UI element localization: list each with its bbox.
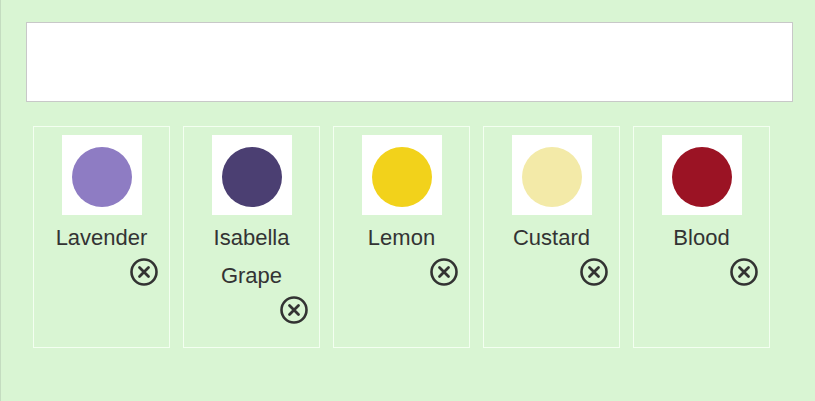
close-circle-icon [729,257,759,287]
remove-button[interactable] [279,295,309,325]
close-circle-icon [429,257,459,287]
tag-editor: Lavender Isabella Grape Lemon Custard Bl… [0,0,815,401]
tag-picture-icon [362,135,442,215]
close-circle-icon [129,257,159,287]
tag-label: Lavender [50,219,154,257]
tag-picture-icon [512,135,592,215]
tag-label: Blood [667,219,735,257]
tag-label: Lemon [362,219,441,257]
tag-card: Blood [633,126,770,348]
tag-card: Custard [483,126,620,348]
remove-button[interactable] [429,257,459,287]
remove-button[interactable] [729,257,759,287]
remove-button[interactable] [129,257,159,287]
tag-picture [212,135,292,215]
tag-input[interactable] [26,22,793,102]
tag-picture-icon [662,135,742,215]
tag-card: Lemon [333,126,470,348]
tag-picture [362,135,442,215]
tag-picture-icon [212,135,292,215]
tag-picture [512,135,592,215]
tag-label: Isabella Grape [184,219,319,295]
tag-label: Custard [507,219,596,257]
tag-card: Isabella Grape [183,126,320,348]
close-circle-icon [279,295,309,325]
close-circle-icon [579,257,609,287]
tag-picture [62,135,142,215]
remove-button[interactable] [579,257,609,287]
tag-card: Lavender [33,126,170,348]
tag-picture-icon [62,135,142,215]
tag-list: Lavender Isabella Grape Lemon Custard Bl… [26,102,793,348]
tag-picture [662,135,742,215]
